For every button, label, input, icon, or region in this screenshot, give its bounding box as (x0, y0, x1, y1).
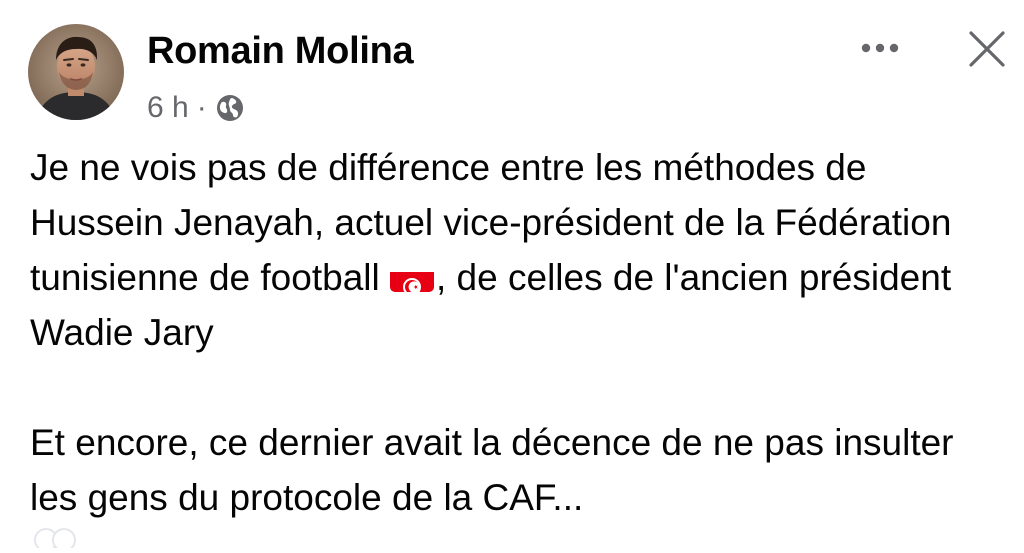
tunisia-flag-icon (390, 262, 434, 292)
close-button[interactable] (962, 24, 1012, 74)
post-body: Je ne vois pas de différence entre les m… (30, 140, 1010, 525)
avatar[interactable] (28, 24, 124, 120)
more-options-button[interactable] (855, 28, 905, 68)
meta-separator: · (196, 91, 207, 124)
reactions-preview[interactable] (34, 528, 104, 552)
post-meta: 6 h · (147, 88, 245, 128)
post-paragraph-2: Et encore, ce dernier avait la décence d… (30, 422, 954, 518)
more-dots-icon (861, 43, 899, 53)
post-paragraph-1: Je ne vois pas de différence entre les m… (30, 140, 1010, 360)
post-timestamp[interactable]: 6 h (147, 91, 189, 125)
globe-icon[interactable] (215, 93, 245, 123)
facebook-post: Romain Molina 6 h · Je ne vois pas de di… (0, 0, 1024, 552)
close-icon (969, 31, 1005, 67)
avatar-image (28, 24, 124, 120)
author-name[interactable]: Romain Molina (147, 30, 414, 73)
